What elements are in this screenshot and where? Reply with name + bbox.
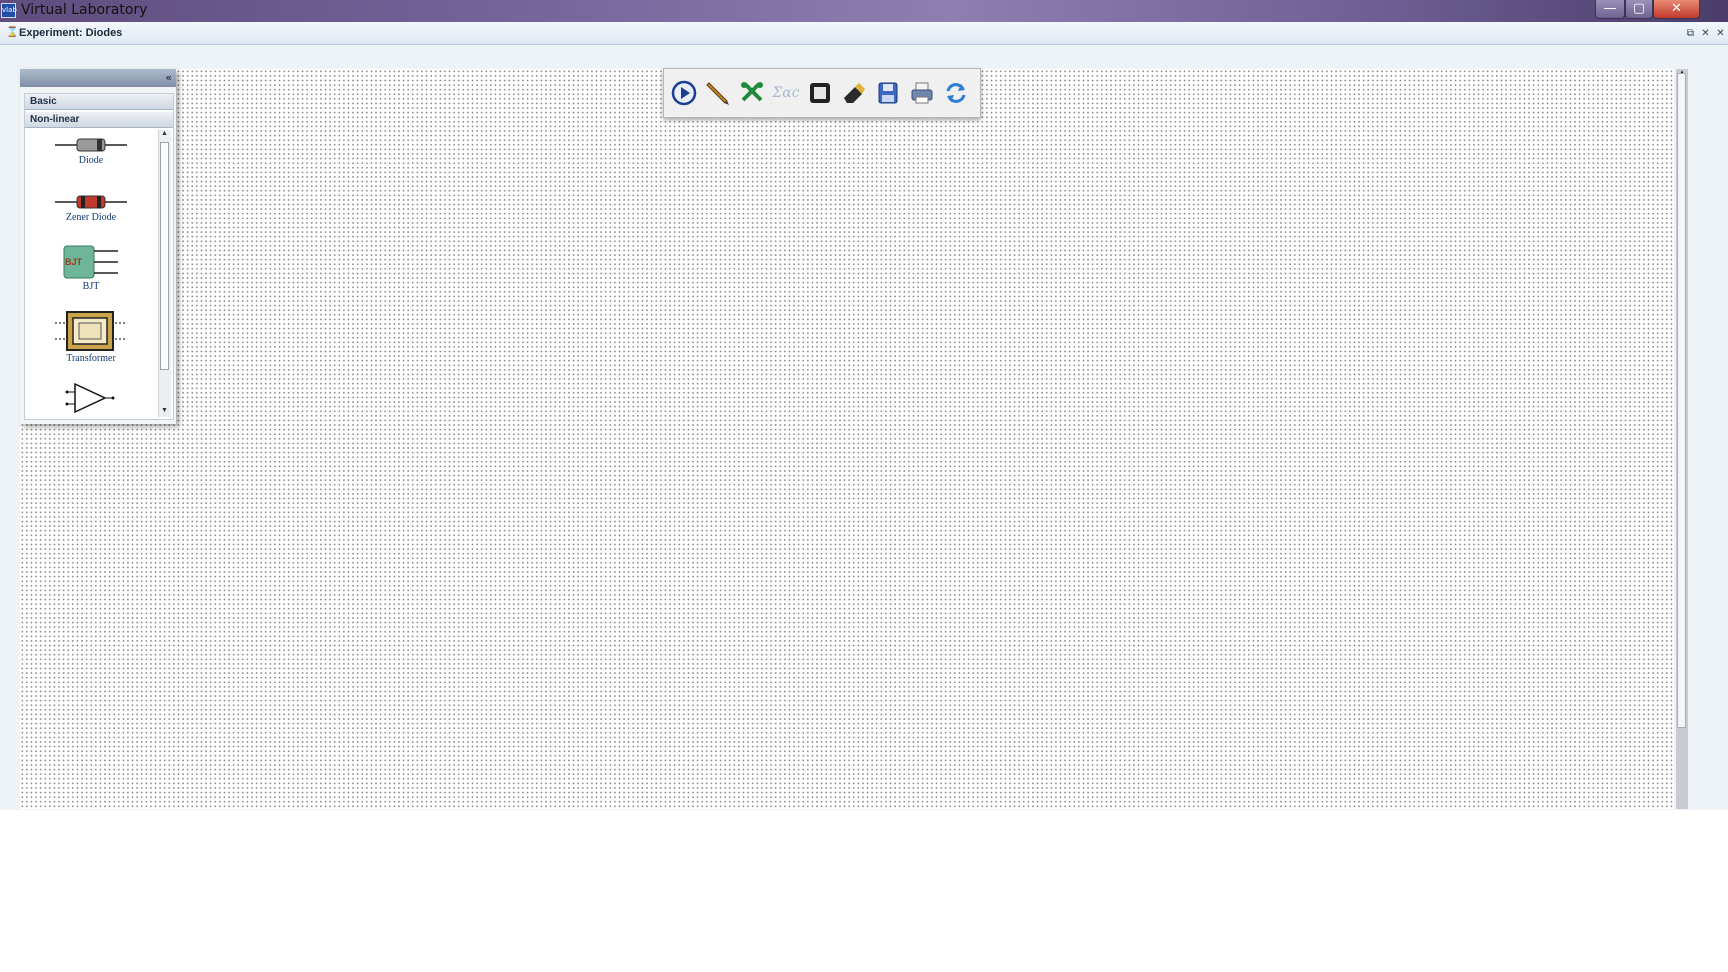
component-palette: « Basic Non-linear Diode Zener Diode BJT… [20, 69, 176, 424]
scroll-down-arrow-icon[interactable]: ▼ [161, 407, 168, 414]
scroll-up-arrow-icon[interactable]: ▲ [161, 130, 168, 137]
zener-diode-icon [55, 195, 127, 209]
pencil-icon [706, 82, 729, 105]
palette-item-op-amp[interactable] [25, 381, 157, 419]
experiment-restore-button[interactable]: ⧉ [1686, 29, 1695, 39]
minimize-button[interactable]: — [1595, 0, 1625, 19]
tools-button[interactable] [738, 79, 766, 107]
palette-body: Basic Non-linear Diode Zener Diode BJT B… [24, 93, 174, 420]
wire-button[interactable] [704, 79, 732, 107]
experiment-icon: ⌛ [6, 27, 19, 38]
experiment-title: Experiment: Diodes [19, 27, 123, 39]
palette-item-label: Transformer [66, 353, 116, 364]
experiment-minimize-button[interactable]: ✕ [1701, 29, 1710, 39]
right-margin [1688, 69, 1728, 809]
palette-group-basic[interactable]: Basic [25, 94, 173, 110]
maximize-button[interactable]: ▢ [1625, 0, 1653, 19]
palette-item-transformer[interactable]: Transformer [25, 311, 157, 377]
palette-header: « [20, 69, 176, 87]
work-area: ▲ Σαc [0, 45, 1728, 810]
diode-icon [55, 138, 127, 152]
stop-button[interactable] [806, 79, 834, 107]
experiment-bar: ⌛ Experiment: Diodes ⧉ ✕ ✕ [0, 22, 1728, 45]
eraser-button[interactable] [840, 79, 868, 107]
simulation-toolbar: Σαc [663, 68, 981, 118]
palette-item-label: Zener Diode [65, 212, 117, 223]
palette-item-label: BJT [82, 281, 100, 292]
eraser-icon [844, 83, 865, 103]
refresh-icon [946, 83, 966, 103]
tools-icon [741, 82, 763, 102]
printer-icon [911, 82, 933, 104]
equation-button[interactable]: Σαc [772, 79, 800, 107]
save-icon [878, 82, 898, 104]
palette-item-diode[interactable]: Diode [25, 136, 157, 186]
palette-item-label: Diode [78, 155, 104, 166]
palette-item-zener-diode[interactable]: Zener Diode [25, 193, 157, 243]
transformer-icon [55, 311, 125, 351]
canvas-vertical-scrollbar[interactable]: ▲ [1676, 68, 1688, 809]
save-button[interactable] [874, 79, 902, 107]
window-title-bar: vlab Virtual Laboratory — ▢ ✕ [0, 0, 1728, 22]
close-button[interactable]: ✕ [1653, 0, 1700, 19]
palette-component-list: Diode Zener Diode BJT BJT Transformer [25, 130, 157, 419]
palette-item-bjt[interactable]: BJT BJT [25, 244, 157, 308]
window-title: Virtual Laboratory [21, 2, 148, 18]
op-amp-icon [65, 382, 115, 414]
app-icon: vlab [1, 3, 17, 18]
collapse-palette-icon[interactable]: « [165, 71, 172, 84]
stop-icon [810, 83, 830, 103]
bjt-badge: BJT [65, 257, 83, 267]
palette-scrollbar-thumb[interactable] [160, 142, 169, 370]
experiment-close-button[interactable]: ✕ [1716, 29, 1725, 39]
sigma-icon: Σαc [772, 85, 800, 101]
circuit-canvas[interactable] [20, 69, 1674, 809]
palette-group-non-linear[interactable]: Non-linear [25, 112, 173, 128]
play-icon [671, 80, 697, 106]
play-button[interactable] [670, 79, 698, 107]
scrollbar-thumb[interactable] [1677, 73, 1686, 728]
refresh-button[interactable] [942, 79, 970, 107]
palette-scrollbar[interactable]: ▲ ▼ [158, 130, 171, 417]
print-button[interactable] [908, 79, 936, 107]
